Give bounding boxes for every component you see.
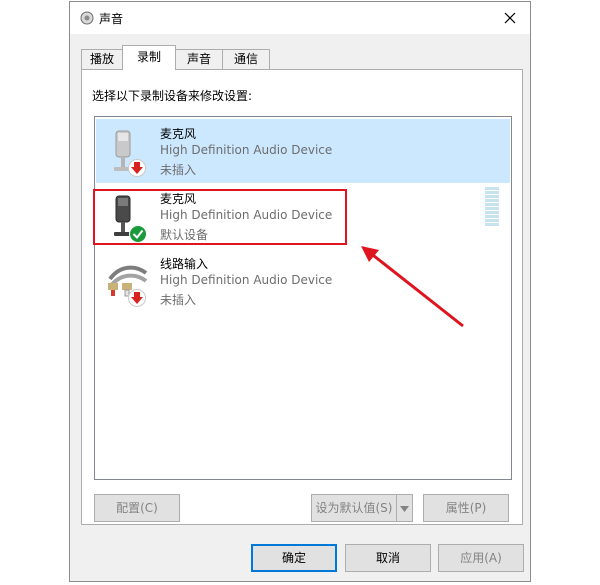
unplugged-arrow-icon: [128, 289, 146, 307]
annotation-arrow-icon: [361, 246, 464, 328]
device-description: High Definition Audio Device: [160, 143, 333, 157]
set-default-dropdown-button[interactable]: [396, 494, 413, 522]
title-bar: 声音: [70, 2, 530, 34]
set-default-button[interactable]: 设为默认值(S): [311, 494, 397, 522]
device-item-microphone-unplugged[interactable]: 麦克风 High Definition Audio Device 未插入: [96, 119, 510, 183]
apply-button[interactable]: 应用(A): [438, 544, 524, 572]
tab-recording[interactable]: 录制: [122, 45, 176, 70]
speaker-icon: [80, 11, 94, 25]
tab-playback[interactable]: 播放: [81, 49, 123, 69]
device-status: 未插入: [160, 163, 197, 177]
device-status: 未插入: [160, 293, 197, 307]
window-title: 声音: [99, 12, 124, 26]
close-icon: [504, 12, 516, 24]
close-button[interactable]: [490, 2, 530, 34]
configure-button[interactable]: 配置(C): [94, 494, 180, 522]
annotation-highlight-box: [93, 189, 347, 245]
device-description: High Definition Audio Device: [160, 273, 333, 287]
chevron-down-icon: [400, 505, 409, 512]
ok-button[interactable]: 确定: [251, 544, 337, 572]
device-name: 麦克风: [160, 127, 197, 141]
device-name: 线路输入: [160, 257, 209, 271]
instruction-text: 选择以下录制设备来修改设置:: [92, 89, 253, 103]
unplugged-arrow-icon: [128, 159, 146, 177]
tab-sounds[interactable]: 声音: [175, 49, 223, 69]
level-meter: [485, 187, 499, 229]
properties-button[interactable]: 属性(P): [423, 494, 509, 522]
tab-communications[interactable]: 通信: [222, 49, 270, 69]
cancel-button[interactable]: 取消: [345, 544, 431, 572]
